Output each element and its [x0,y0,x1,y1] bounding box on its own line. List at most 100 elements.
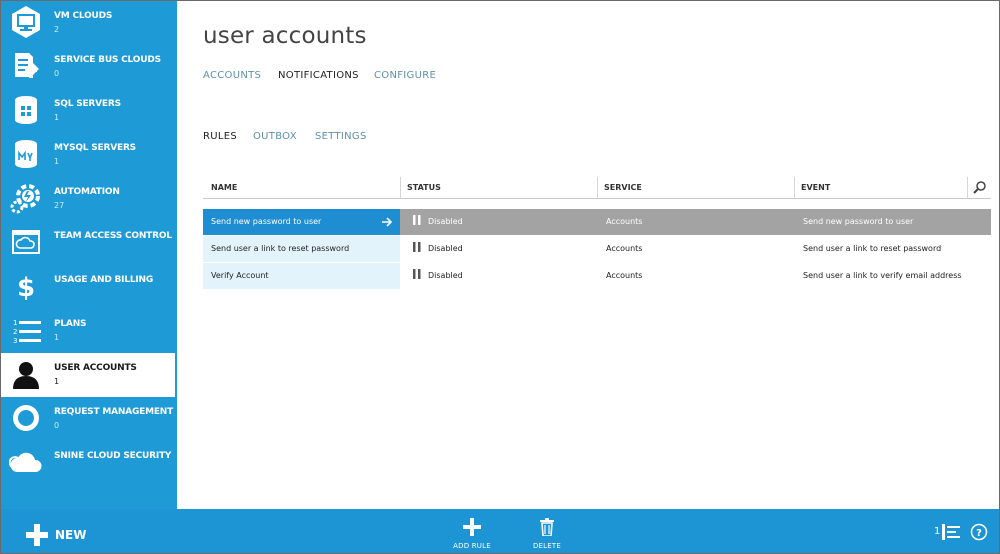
plus-icon [26,524,48,546]
sidebar-item-count: 1 [54,157,60,166]
svg-text:?: ? [976,528,982,539]
activity-list-icon [942,524,960,540]
sidebar-item-label: USAGE AND BILLING [54,275,154,285]
row-name-cell: Send new password to user [203,209,400,235]
row-name: Send new password to user [211,217,322,226]
svg-text:3: 3 [13,337,17,345]
column-header-service[interactable]: SERVICE [597,177,794,199]
new-button[interactable]: NEW [19,509,99,553]
arrow-right-icon[interactable] [382,217,394,227]
sidebar-item-label: SERVICE BUS CLOUDS [54,55,161,65]
sidebar-item-label: SQL SERVERS [54,99,121,109]
tab-configure[interactable]: CONFIGURE [374,70,436,81]
sidebar-item-label: VM CLOUDS [54,11,113,21]
tab-notifications[interactable]: NOTIFICATIONS [278,70,359,81]
sidebar-item-label: MYSQL SERVERS [54,143,136,153]
sidebar-item-vm-clouds[interactable]: VM CLOUDS 2 [1,1,177,45]
add-rule-label: ADD RULE [453,542,491,550]
tab-accounts[interactable]: ACCOUNTS [203,70,261,81]
activity-count: 1 [934,526,941,537]
table-search-button[interactable] [967,177,991,199]
sidebar-item-usage-and-billing[interactable]: $ USAGE AND BILLING [1,265,177,309]
sidebar-item-count: 0 [54,421,60,430]
sidebar-item-count: 1 [54,113,60,122]
service-bus-icon [15,53,39,78]
search-icon [973,181,986,194]
row-service: Accounts [606,271,643,280]
app-window: VM CLOUDS 2 SERVICE BUS CLOUDS 0 SQL SER… [0,0,1000,554]
plus-icon [463,518,481,536]
cloud-icon [9,452,42,472]
new-label: NEW [55,528,87,542]
sidebar-item-label: SNINE CLOUD SECURITY [54,451,172,461]
row-name: Verify Account [203,263,400,289]
sidebar-item-label: REQUEST MANAGEMENT [54,407,174,417]
help-button[interactable]: ? [967,509,991,553]
subtab-settings[interactable]: SETTINGS [315,131,367,142]
sidebar-item-mysql-servers[interactable]: MYSQL SERVERS 1 [1,133,177,177]
pause-icon [413,242,421,252]
team-access-cloud-icon [12,230,40,254]
trash-icon [540,518,554,536]
row-status-cell: Disabled [413,209,463,235]
activity-button[interactable]: 1 [931,509,963,553]
row-status-cell: Disabled [413,236,463,262]
sidebar-item-automation[interactable]: AUTOMATION 27 [1,177,177,221]
row-service: Accounts [606,217,643,226]
row-status: Disabled [428,271,463,280]
add-rule-button[interactable]: ADD RULE [447,509,497,553]
numbered-list-icon: 1 2 3 [13,319,41,345]
subtab-rules[interactable]: RULES [203,131,237,142]
table-row[interactable]: Send new password to user Disabled Accou… [203,209,991,235]
column-header-name[interactable]: NAME [203,177,400,199]
sidebar-item-label: AUTOMATION [54,187,120,197]
dollar-icon: $ [17,273,35,303]
sidebar-item-count: 2 [54,25,60,34]
sql-database-icon [15,96,37,124]
row-event: Send new password to user [803,217,914,226]
subtab-outbox[interactable]: OUTBOX [253,131,297,142]
table-row[interactable]: Send user a link to reset password Disab… [203,236,991,262]
sidebar-item-count: 1 [54,333,60,342]
table-header: NAME STATUS SERVICE EVENT [203,177,991,199]
row-name: Send user a link to reset password [203,236,400,262]
sidebar-item-snine-cloud-security[interactable]: SNINE CLOUD SECURITY [1,441,177,485]
row-status: Disabled [428,244,463,253]
refresh-cycle-icon [13,405,39,431]
command-bar: NEW ADD RULE DELETE 1 ? [1,509,999,553]
sidebar-item-label: PLANS [54,319,87,329]
delete-label: DELETE [532,542,562,550]
sidebar-item-team-access-control[interactable]: TEAM ACCESS CONTROL [1,221,177,265]
rules-table: NAME STATUS SERVICE EVENT Send new passw… [203,177,991,289]
sidebar-item-count: 1 [54,377,60,386]
svg-text:1: 1 [13,319,17,327]
user-icon [13,362,39,389]
pause-icon [413,215,421,225]
row-event: Send user a link to reset password [803,244,942,253]
sidebar-item-sql-servers[interactable]: SQL SERVERS 1 [1,89,177,133]
sidebar-item-label: TEAM ACCESS CONTROL [54,231,172,241]
sidebar-item-user-accounts[interactable]: USER ACCOUNTS 1 [1,353,177,397]
table-row[interactable]: Verify Account Disabled Accounts Send us… [203,263,991,289]
monitor-icon [12,6,40,38]
row-status: Disabled [428,217,463,226]
help-icon: ? [970,523,988,541]
sidebar-item-label: USER ACCOUNTS [54,363,137,373]
mysql-database-icon [15,140,37,168]
main-panel: user accounts ACCOUNTS NOTIFICATIONS CON… [177,1,999,509]
svg-text:2: 2 [13,328,17,336]
sidebar-item-count: 27 [54,201,65,210]
pause-icon [413,269,421,279]
column-header-status[interactable]: STATUS [400,177,597,199]
sidebar-item-request-management[interactable]: REQUEST MANAGEMENT 0 [1,397,177,441]
sidebar: VM CLOUDS 2 SERVICE BUS CLOUDS 0 SQL SER… [1,1,177,509]
delete-button[interactable]: DELETE [522,509,572,553]
page-title: user accounts [203,23,367,49]
sidebar-item-plans[interactable]: 1 2 3 PLANS 1 [1,309,177,353]
sidebar-item-service-bus-clouds[interactable]: SERVICE BUS CLOUDS 0 [1,45,177,89]
row-event: Send user a link to verify email address [803,271,962,280]
row-service: Accounts [606,244,643,253]
column-header-event[interactable]: EVENT [794,177,967,199]
svg-text:$: $ [17,273,35,303]
automation-gear-icon [10,184,40,214]
